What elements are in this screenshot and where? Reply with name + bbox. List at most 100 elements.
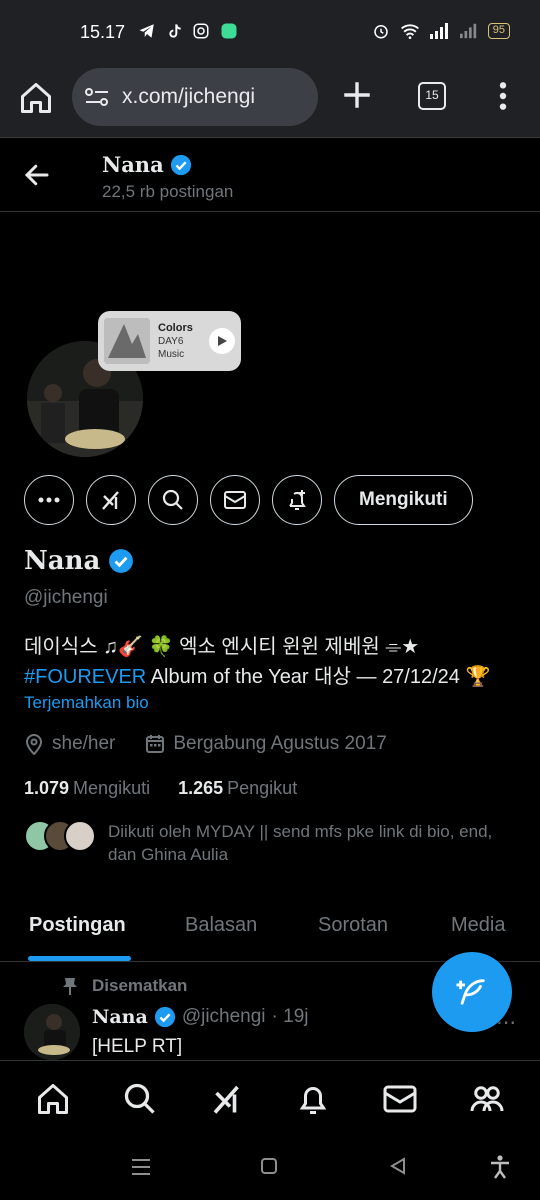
- home-icon[interactable]: [35, 1081, 71, 1117]
- telegram-icon: [139, 24, 154, 38]
- following-link[interactable]: 1.079 Mengikuti: [24, 778, 150, 799]
- header-post-count: 22,5 rb postingan: [102, 182, 234, 201]
- follow-counts: 1.079 Mengikuti 1.265 Pengikut: [24, 778, 297, 799]
- communities-icon[interactable]: [469, 1081, 505, 1117]
- notifications-icon[interactable]: [295, 1081, 331, 1117]
- followed-by-text: Diikuti oleh MYDAY || send mfs pke link …: [108, 822, 493, 864]
- compose-feather-icon: [456, 979, 485, 1005]
- music-widget[interactable]: Colors DAY6 Music: [98, 311, 241, 371]
- pinned-label: Disematkan: [92, 976, 188, 995]
- profile-meta: she/her Bergabung Agustus 2017: [24, 733, 387, 755]
- translate-bio-link[interactable]: Terjemahkan bio: [24, 693, 149, 713]
- tiktok-icon: [169, 24, 181, 38]
- following-label: Mengikuti: [73, 778, 151, 798]
- new-tab-icon[interactable]: [340, 78, 374, 112]
- play-button[interactable]: [209, 328, 235, 354]
- joined-text: Bergabung Agustus 2017: [173, 733, 387, 754]
- alarm-icon: [374, 25, 388, 39]
- followed-by[interactable]: Diikuti oleh MYDAY || send mfs pke link …: [24, 820, 508, 866]
- post-author-name[interactable]: Nana: [92, 1006, 148, 1028]
- following-button[interactable]: Mengikuti: [334, 475, 473, 525]
- header-name-text: Nana: [102, 152, 164, 177]
- tab-switcher-button[interactable]: 15: [418, 82, 446, 110]
- profile-name-text: Nana: [24, 546, 101, 576]
- url-text: x.com/jichengi: [122, 85, 256, 108]
- site-settings-icon[interactable]: [84, 86, 110, 108]
- tab-sorotan[interactable]: Sorotan: [318, 914, 388, 937]
- location-icon: [25, 734, 43, 755]
- verified-badge-icon: [154, 1006, 175, 1028]
- instagram-icon: [193, 23, 209, 39]
- music-service-label: Music: [158, 348, 185, 360]
- signal-icon: [429, 23, 448, 39]
- active-tab-indicator: [28, 956, 131, 961]
- profile-name: Nana: [24, 546, 134, 576]
- followers-count: 1.265: [178, 778, 224, 798]
- verified-badge-icon: [109, 549, 134, 573]
- system-icons: 95: [372, 22, 510, 40]
- followers-label: Pengikut: [227, 778, 298, 798]
- tab-postingan[interactable]: Postingan: [29, 914, 126, 937]
- status-time: 15.17: [80, 22, 126, 42]
- pin-icon: [63, 978, 77, 995]
- bottom-navigation: [0, 1060, 540, 1136]
- browser-toolbar: x.com/jichengi 15: [0, 66, 540, 138]
- following-count: 1.079: [24, 778, 70, 798]
- app-icon: [221, 23, 237, 39]
- more-button[interactable]: [24, 475, 74, 525]
- back-arrow-icon[interactable]: [22, 160, 52, 190]
- post-avatar[interactable]: [24, 1004, 80, 1060]
- pronouns-text: she/her: [52, 733, 116, 754]
- grok-icon: [102, 491, 119, 510]
- wifi-icon: [400, 24, 419, 39]
- notification-icons: [138, 22, 238, 40]
- pronouns-item: she/her: [24, 733, 115, 755]
- recent-apps-icon[interactable]: [130, 1158, 152, 1176]
- grok-button[interactable]: [86, 475, 136, 525]
- music-service: Music: [158, 348, 201, 361]
- bio-line-2-text: Album of the Year 대상 — 27/12/24 🏆: [146, 666, 491, 688]
- bell-plus-icon: [289, 490, 306, 510]
- profile-actions: Mengikuti: [24, 475, 473, 525]
- notify-button[interactable]: [272, 475, 322, 525]
- bio-hashtag[interactable]: #FOUREVER: [24, 666, 146, 688]
- play-icon: [218, 336, 227, 346]
- music-info: Colors DAY6 Music: [158, 322, 201, 361]
- post-handle: @jichengi: [181, 1006, 266, 1027]
- more-options-icon[interactable]: [494, 80, 512, 112]
- avatar: [64, 820, 96, 852]
- joined-item: Bergabung Agustus 2017: [145, 733, 387, 755]
- follower-avatars: [24, 820, 96, 852]
- status-bar: 15.17 95: [0, 0, 540, 66]
- home-button-icon[interactable]: [260, 1157, 278, 1175]
- profile-tabs: Postingan Balasan Sorotan Media: [0, 898, 540, 962]
- system-navigation: [0, 1136, 540, 1200]
- album-art: [104, 318, 150, 364]
- back-button-icon[interactable]: [388, 1156, 408, 1176]
- search-icon[interactable]: [122, 1081, 158, 1117]
- address-bar[interactable]: x.com/jichengi: [72, 68, 318, 126]
- bio-line-2: #FOUREVER Album of the Year 대상 — 27/12/2…: [24, 660, 490, 689]
- followers-link[interactable]: 1.265 Pengikut: [178, 778, 297, 799]
- search-button[interactable]: [148, 475, 198, 525]
- accessibility-icon[interactable]: [488, 1154, 512, 1180]
- profile-handle: @jichengi: [24, 587, 108, 608]
- compose-button[interactable]: [432, 952, 512, 1032]
- signal-icon-2: [459, 23, 476, 39]
- search-icon: [162, 489, 183, 510]
- tab-media[interactable]: Media: [451, 914, 505, 937]
- verified-badge-icon: [170, 154, 191, 175]
- mail-icon: [224, 491, 246, 509]
- battery-indicator: 95: [487, 23, 510, 39]
- messages-icon[interactable]: [382, 1081, 418, 1117]
- grok-icon[interactable]: [209, 1081, 245, 1117]
- post-header: Nana @jichengi · 19j: [92, 1006, 309, 1028]
- profile-header: Nana 22,5 rb postingan: [0, 140, 540, 212]
- music-title: Colors: [158, 321, 193, 334]
- tab-balasan[interactable]: Balasan: [185, 914, 257, 937]
- post-time: · 19j: [271, 1006, 309, 1027]
- message-button[interactable]: [210, 475, 260, 525]
- home-icon[interactable]: [18, 80, 54, 116]
- more-icon: [38, 497, 60, 503]
- post-avatar-image: [24, 1004, 80, 1060]
